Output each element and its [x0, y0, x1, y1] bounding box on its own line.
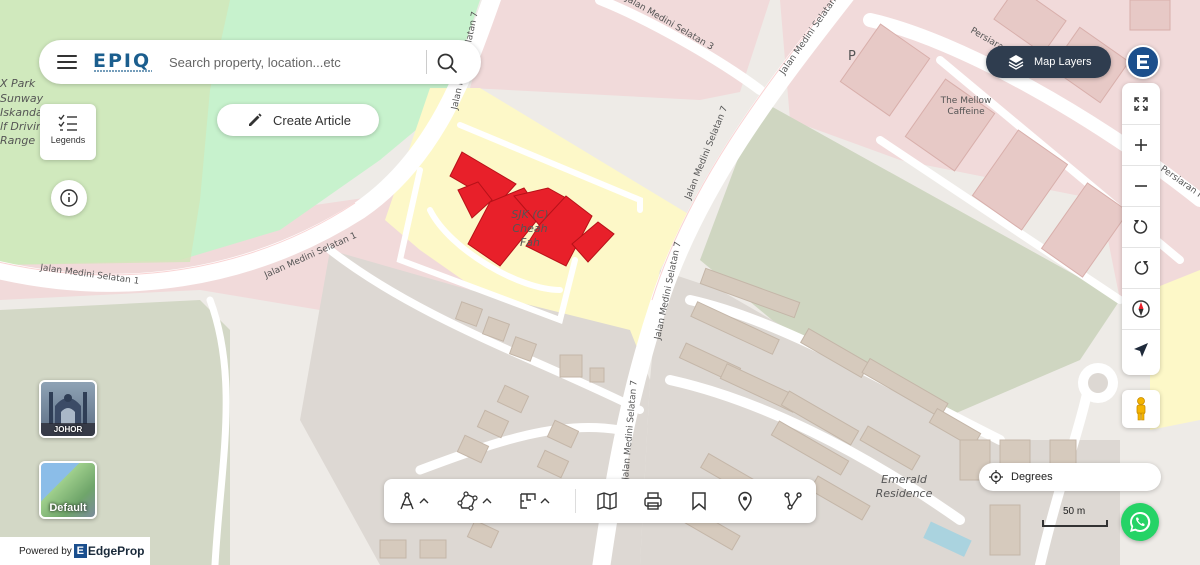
degrees-coordinate-toggle[interactable]: Degrees	[979, 463, 1161, 491]
search-input[interactable]	[169, 50, 419, 74]
route-tool[interactable]	[783, 489, 803, 513]
search-divider	[426, 50, 427, 74]
print-tool[interactable]	[643, 489, 663, 513]
menu-icon[interactable]	[57, 54, 77, 70]
map-layers-label: Map Layers	[1034, 56, 1092, 68]
create-article-button[interactable]: Create Article	[217, 104, 379, 136]
powered-by-badge[interactable]: Powered by E EdgeProp	[0, 537, 150, 565]
map-book-icon	[597, 492, 617, 510]
residence-label: Residence	[876, 487, 933, 500]
parking-label: P	[848, 49, 856, 64]
bottom-toolbar	[384, 479, 816, 523]
legends-label: Legends	[50, 135, 86, 145]
map-layers-button[interactable]: Map Layers	[986, 46, 1111, 78]
basemap-default[interactable]: Default	[39, 461, 97, 519]
chevron-up-icon	[419, 498, 429, 504]
logo-text: EPIQ	[93, 50, 152, 72]
chevron-up-icon	[482, 498, 492, 504]
fullscreen-icon[interactable]	[1122, 83, 1160, 124]
whatsapp-button[interactable]	[1121, 503, 1159, 541]
layers-icon	[1008, 55, 1024, 70]
school-label: Cheah	[512, 222, 547, 235]
rotate-right-icon[interactable]	[1122, 247, 1160, 288]
school-label: SJK (C)	[511, 208, 548, 221]
user-avatar[interactable]	[1126, 45, 1160, 79]
search-bar: EPIQ	[39, 40, 481, 84]
mosque-icon	[49, 392, 87, 424]
map-scale: 50 m	[1042, 506, 1108, 534]
scale-label: 50 m	[1063, 506, 1086, 517]
school-label: Fah	[520, 236, 540, 249]
floorplan-tool[interactable]	[519, 489, 551, 513]
cafe-label: Caffeine	[947, 107, 985, 117]
powered-by-text: Powered by	[19, 545, 72, 557]
zoom-in-icon[interactable]	[1122, 124, 1160, 165]
floorplan-icon	[520, 493, 536, 509]
checklist-icon	[58, 114, 77, 131]
residence-label: Emerald	[881, 473, 928, 486]
park-label: X Park	[0, 77, 36, 90]
print-icon	[644, 492, 662, 510]
map-book-tool[interactable]	[596, 489, 618, 513]
crosshair-icon	[989, 470, 1003, 484]
park-label: Range	[0, 134, 35, 147]
pin-tool[interactable]	[737, 489, 753, 513]
compass-icon[interactable]	[1122, 288, 1160, 329]
pencil-icon	[249, 113, 262, 126]
search-icon[interactable]	[436, 52, 458, 74]
basemap-default-label: Default	[49, 502, 87, 514]
edgeprop-logo: E EdgeProp	[73, 544, 145, 558]
map-toolbar	[1122, 83, 1160, 375]
info-button[interactable]	[51, 180, 87, 216]
cafe-label: The Mellow	[940, 96, 992, 106]
info-icon	[60, 189, 78, 207]
whatsapp-icon	[1130, 511, 1151, 532]
degrees-label: Degrees	[1011, 471, 1053, 483]
park-label: lf Drivin	[0, 120, 43, 133]
draw-polygon-icon	[457, 491, 478, 511]
epiq-logo[interactable]: EPIQ	[93, 51, 155, 75]
basemap-johor[interactable]: JOHOR	[39, 380, 97, 438]
zoom-out-icon[interactable]	[1122, 165, 1160, 206]
edgeprop-name: EdgeProp	[87, 544, 145, 558]
legends-button[interactable]: Legends	[40, 104, 96, 160]
bookmark-icon	[692, 492, 706, 511]
draw-polygon-tool[interactable]	[457, 489, 493, 513]
locate-icon[interactable]	[1122, 329, 1160, 370]
measure-icon	[400, 492, 414, 510]
basemap-johor-label: JOHOR	[41, 423, 95, 436]
bookmark-tool[interactable]	[691, 489, 707, 513]
pegman-icon	[1136, 397, 1146, 421]
measure-tool[interactable]	[398, 489, 430, 513]
create-article-label: Create Article	[273, 112, 352, 128]
chevron-up-icon	[540, 498, 550, 504]
scale-bar	[1042, 520, 1108, 527]
park-label: Sunway	[0, 92, 44, 105]
street-view-pegman[interactable]	[1122, 390, 1160, 428]
route-icon	[784, 492, 802, 510]
pin-icon	[738, 491, 752, 511]
toolbar-separator	[575, 489, 576, 513]
edgeprop-e-icon	[1137, 55, 1149, 69]
rotate-left-icon[interactable]	[1122, 206, 1160, 247]
